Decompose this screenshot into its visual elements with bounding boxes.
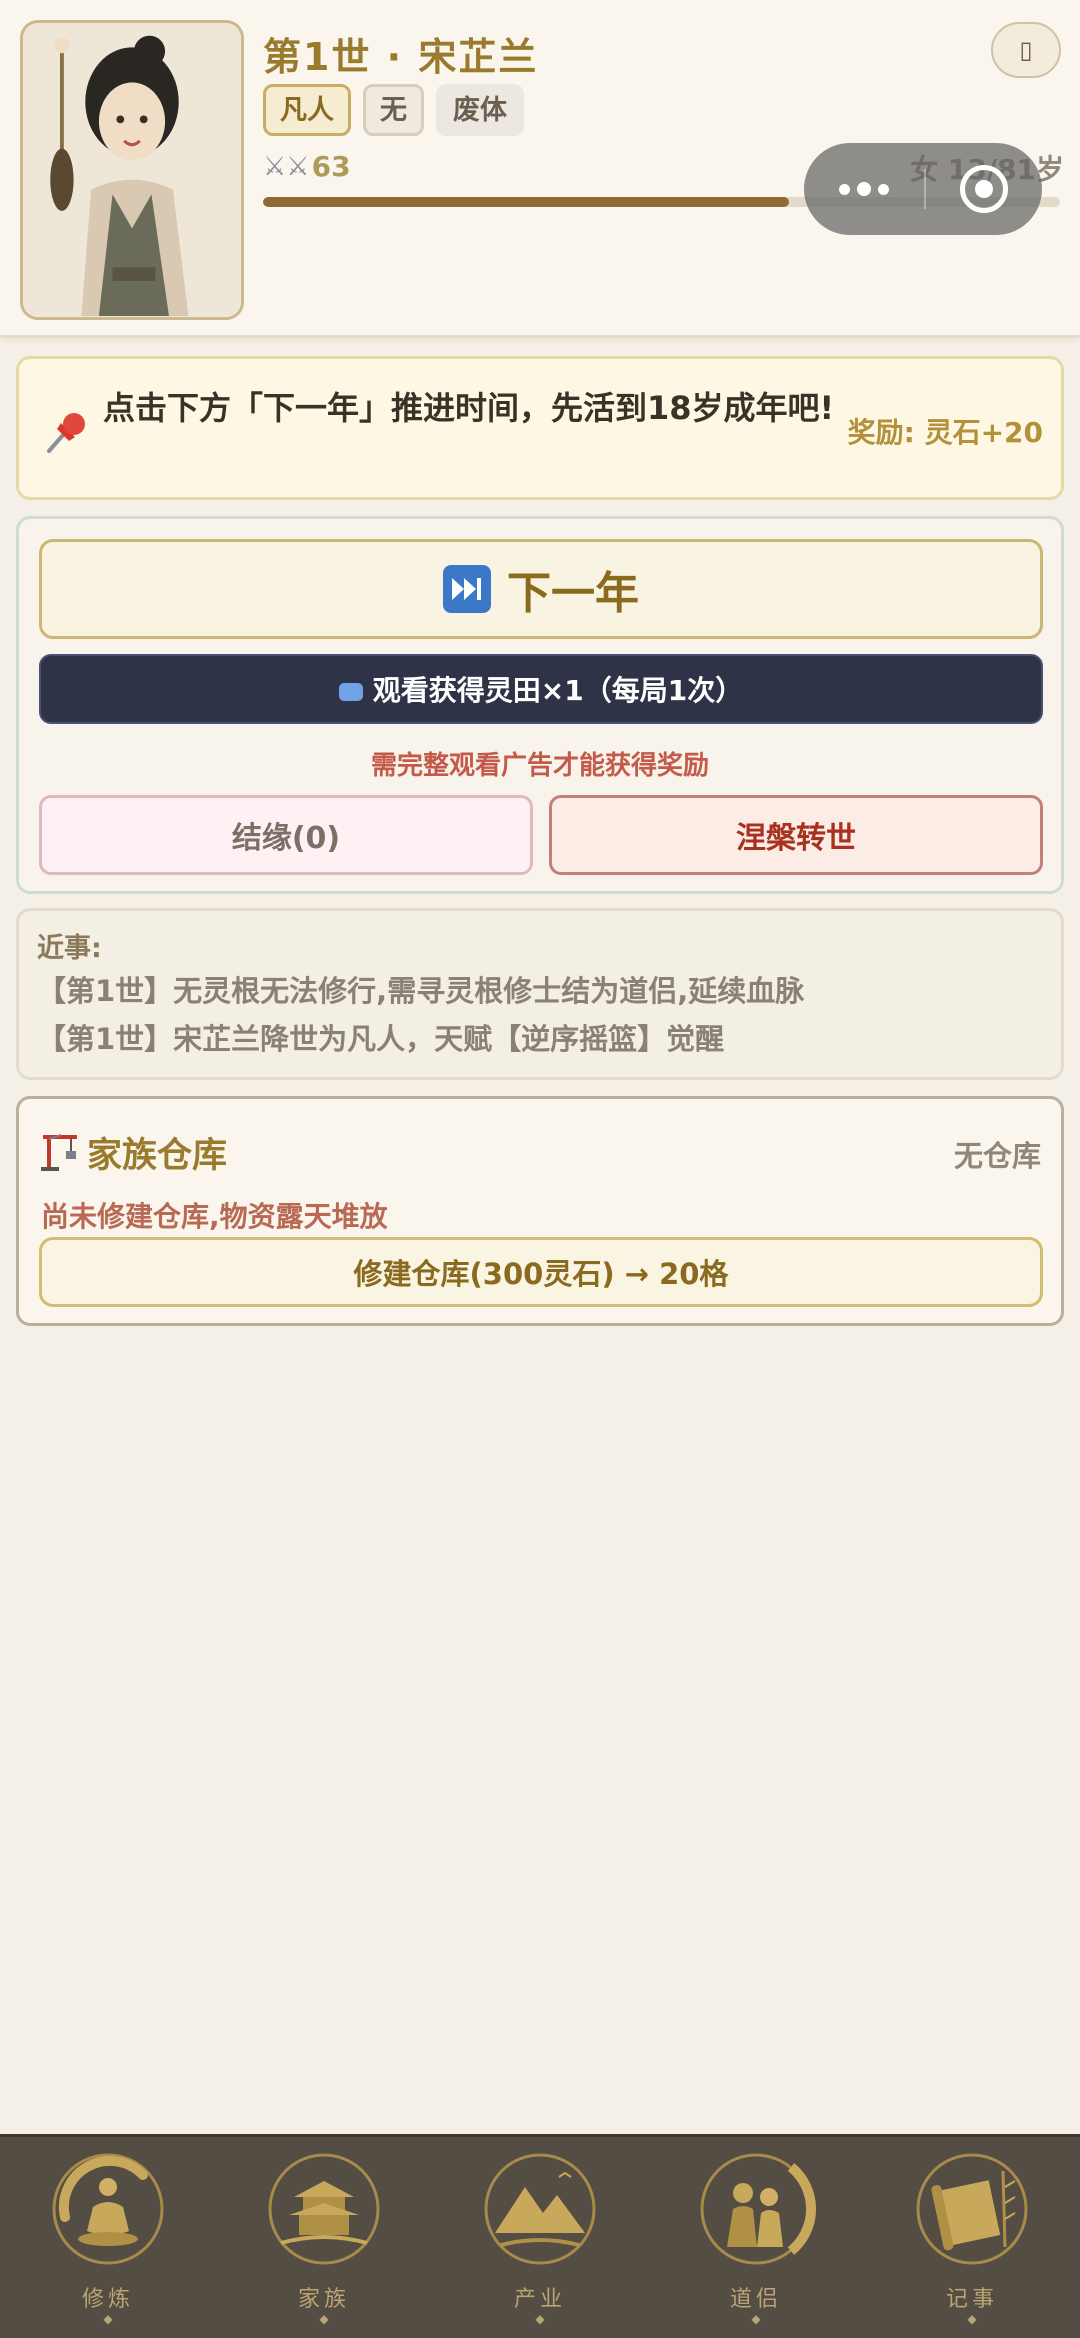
bottom-nav: 修炼 ◆ 家族 ◆ 产业 ◆ 道侣 ◆ 记事 ◆	[0, 2134, 1080, 2338]
events-title: 近事:	[37, 933, 102, 964]
character-header: 第1世 · 宋芷兰 凡人 无 废体 ⚔⚔ 63 女 13/81岁 ▯	[0, 0, 1080, 338]
warehouse-title: 家族仓库	[87, 1136, 228, 1176]
lifespan-bar-fill	[263, 197, 790, 207]
portrait-image	[23, 24, 241, 316]
nav-dot: ◆	[751, 2312, 761, 2326]
reincarnate-label: 涅槃转世	[736, 821, 856, 856]
event-item: 【第1世】无灵根无法修行,需寻灵根修士结为道侣,延续血脉	[37, 974, 805, 1008]
tv-icon	[338, 683, 363, 701]
next-year-button[interactable]: 下一年	[39, 539, 1043, 639]
warehouse-description: 尚未修建仓库,物资露天堆放	[41, 1200, 388, 1233]
crossed-swords-icon: ⚔⚔	[263, 151, 310, 182]
bond-button[interactable]: 结缘(0)	[39, 795, 533, 875]
reincarnate-button[interactable]: 涅槃转世	[549, 795, 1043, 875]
spirit-root-tag: 无	[363, 84, 424, 136]
pushpin-icon	[47, 413, 85, 453]
nav-item-family[interactable]: 家族 ◆	[216, 2137, 432, 2338]
nav-dot: ◆	[967, 2312, 977, 2326]
nav-dot: ◆	[535, 2312, 545, 2326]
task-hint-card: 点击下方「下一年」推进时间，先活到18岁成年吧! 奖励: 灵石+20	[16, 356, 1064, 500]
close-miniprogram-button[interactable]	[926, 165, 1042, 213]
watch-ad-label: 观看获得灵田×1（每局1次）	[372, 674, 744, 707]
task-text: 点击下方「下一年」推进时间，先活到18岁成年吧!	[103, 389, 835, 427]
combat-power: ⚔⚔ 63	[263, 150, 351, 183]
physique-tag: 废体	[436, 84, 524, 136]
family-warehouse-card: 家族仓库 无仓库 尚未修建仓库,物资露天堆放 修建仓库(300灵石) → 20格	[16, 1096, 1064, 1326]
character-title: 第1世 · 宋芷兰	[263, 35, 539, 79]
miniprogram-capsule	[804, 143, 1042, 235]
nav-label: 记事	[945, 2287, 998, 2312]
recent-events-card: 近事: 【第1世】无灵根无法修行,需寻灵根修士结为道侣,延续血脉 【第1世】宋芷…	[16, 908, 1064, 1080]
more-options-button[interactable]	[804, 182, 924, 196]
action-panel: 下一年 观看获得灵田×1（每局1次） 需完整观看广告才能获得奖励 结缘(0) 涅…	[16, 516, 1064, 894]
character-portrait[interactable]	[20, 20, 244, 320]
bond-label: 结缘(0)	[231, 821, 341, 856]
task-reward: 奖励: 灵石+20	[847, 416, 1043, 449]
ad-note: 需完整观看广告才能获得奖励	[370, 751, 709, 781]
nav-label: 产业	[513, 2287, 566, 2312]
crane-icon	[41, 1134, 77, 1171]
next-year-label: 下一年	[507, 568, 639, 619]
side-menu-button[interactable]: ▯	[991, 22, 1061, 78]
nav-dot: ◆	[103, 2312, 113, 2326]
side-menu-icon: ▯	[1019, 36, 1033, 64]
target-icon	[960, 165, 1008, 213]
combat-power-value: 63	[311, 150, 351, 183]
build-warehouse-label: 修建仓库(300灵石) → 20格	[353, 1257, 729, 1291]
character-tags: 凡人 无 废体	[263, 84, 524, 136]
nav-dot: ◆	[319, 2312, 329, 2326]
build-warehouse-button[interactable]: 修建仓库(300灵石) → 20格	[39, 1237, 1043, 1307]
nav-label: 家族	[297, 2287, 350, 2312]
fast-forward-icon	[443, 565, 491, 613]
nav-label: 修炼	[81, 2287, 134, 2312]
nav-label: 道侣	[729, 2287, 782, 2312]
mountain-icon	[484, 2153, 596, 2265]
meditation-icon	[52, 2153, 164, 2265]
nav-item-industry[interactable]: 产业 ◆	[432, 2137, 648, 2338]
nav-item-chronicle[interactable]: 记事 ◆	[864, 2137, 1080, 2338]
realm-tag: 凡人	[263, 84, 351, 136]
nav-item-partner[interactable]: 道侣 ◆	[648, 2137, 864, 2338]
couple-icon	[700, 2153, 817, 2265]
pavilion-icon	[268, 2153, 380, 2265]
warehouse-status: 无仓库	[953, 1139, 1041, 1173]
watch-ad-button[interactable]: 观看获得灵田×1（每局1次）	[39, 654, 1043, 724]
scroll-icon	[916, 2153, 1028, 2265]
nav-item-cultivate[interactable]: 修炼 ◆	[0, 2137, 216, 2338]
event-item: 【第1世】宋芷兰降世为凡人，天赋【逆序摇篮】觉醒	[37, 1022, 725, 1056]
